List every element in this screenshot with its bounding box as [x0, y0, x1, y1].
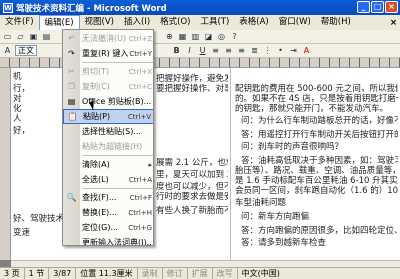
doc-text-line: 会员同一区间，刹车跑自动化（1.6 的）10-12 升，比: [235, 186, 398, 196]
menu-item-replace[interactable]: 替换(E)... Ctrl+H: [63, 205, 153, 220]
doc-text-line: 答：方向跑偏的原因很多，比如四轮定位、: [241, 226, 398, 236]
status-ext[interactable]: 扩展: [188, 267, 213, 279]
close-button[interactable]: ×: [385, 1, 398, 13]
menu-edit[interactable]: 编辑(E): [38, 15, 80, 30]
menu-item-find[interactable]: 🔍 查找(F)... Ctrl+F: [63, 190, 153, 205]
copy-icon: ❐: [67, 82, 76, 91]
menu-view[interactable]: 视图(V): [80, 15, 119, 30]
redo-icon: ↷: [68, 49, 75, 58]
link-icon[interactable]: ⊕: [164, 31, 175, 42]
status-pages: 3/87: [49, 267, 77, 279]
menu-file[interactable]: 文件(F): [0, 15, 39, 30]
menu-tools[interactable]: 工具(T): [195, 15, 234, 30]
doc-text-line: 里，夏天可以加到 2.2 公: [156, 170, 228, 180]
help-icon[interactable]: ?: [229, 31, 240, 42]
menu-insert[interactable]: 插入(I): [119, 15, 155, 30]
status-section: 1 节: [25, 267, 50, 279]
menu-item-copy[interactable]: ❐ 复制(C) Ctrl+C: [63, 79, 153, 94]
doc-text-line: 答：请多到越新车检查: [241, 238, 327, 248]
doc-text-line: 变速: [13, 228, 31, 238]
status-ovr[interactable]: 改写: [213, 267, 238, 279]
save-icon[interactable]: ▣: [28, 31, 39, 42]
open-icon[interactable]: ▱: [15, 31, 26, 42]
doc-text-line: 车型油耗问题: [235, 198, 287, 208]
menu-item-paste[interactable]: 📋 粘贴(P) Ctrl+V: [63, 109, 153, 124]
menu-item-update-ime[interactable]: 更新输入法词典(I)...: [63, 235, 153, 245]
status-rev[interactable]: 修订: [163, 267, 188, 279]
numbering-icon[interactable]: ⋮: [262, 45, 273, 56]
align-right-icon[interactable]: ≡: [236, 45, 247, 56]
doc-text-line: 的钥匙，那就只能开门，不能发动汽车。: [235, 104, 389, 114]
drawing-icon[interactable]: ◪: [203, 31, 214, 42]
status-rec[interactable]: 录制: [138, 267, 163, 279]
justify-icon[interactable]: ≣: [249, 45, 260, 56]
italic-icon[interactable]: I: [184, 45, 195, 56]
doc-text-line: 答：用遥控打开行车制动开关后按钮打开的: [241, 130, 398, 140]
minimize-button[interactable]: _: [357, 1, 370, 13]
align-center-icon[interactable]: ≡: [223, 45, 234, 56]
doc-text-line: 问：为什么行车制动踏板总开的话，好像不太: [241, 116, 398, 126]
doc-text-line: 人: [13, 114, 22, 124]
find-icon: 🔍: [66, 193, 77, 202]
table-icon[interactable]: ▦: [177, 31, 188, 42]
menu-item-paste-special[interactable]: 选择性粘贴(S)...: [63, 124, 153, 139]
maximize-button[interactable]: □: [371, 1, 384, 13]
doc-text-line: 问：新车方向跑偏: [241, 212, 310, 222]
edit-menu-dropdown: ↶ 无法撤消(U) Ctrl+Z ↷ 重复(R) 键入 Ctrl+Y ✂ 剪切(T) Ctr…: [62, 29, 154, 246]
menu-item-goto[interactable]: 定位(G)... Ctrl+G: [63, 220, 153, 235]
print-icon[interactable]: ▤: [41, 31, 52, 42]
horizontal-scrollbar[interactable]: [11, 260, 400, 267]
column-separator: [230, 68, 231, 260]
new-icon[interactable]: ▭: [2, 31, 13, 42]
menu-item-undo[interactable]: ↶ 无法撤消(U) Ctrl+Z: [63, 31, 153, 46]
menu-format[interactable]: 格式(O): [155, 15, 195, 30]
font-color-icon[interactable]: A: [301, 45, 312, 56]
menu-item-clear[interactable]: 清除(A) ▸: [63, 157, 153, 172]
doc-text-line: 有些人换了新胎而不重新: [156, 206, 228, 216]
doc-text-line: 问：刹车时的声音很响吗？: [241, 142, 344, 152]
indent-icon[interactable]: ⇥: [288, 45, 299, 56]
word-app-icon: W: [3, 2, 13, 13]
formatting-toolbar: A 正文 B I U ≡ ≡ ≡ ≣ ⋮ • ⇥ A: [0, 44, 400, 58]
clipboard-icon: ▤: [67, 97, 76, 106]
menu-help[interactable]: 帮助(H): [316, 15, 356, 30]
menu-table[interactable]: 表格(A): [234, 15, 273, 30]
window-title: 驾驶技术资料汇编 - Microsoft Word: [16, 3, 167, 14]
vertical-ruler: [0, 68, 11, 260]
paste-icon: 📋: [67, 112, 78, 121]
menu-item-office-clipboard[interactable]: ▤ Office 剪贴板(B)...: [63, 94, 153, 109]
columns-icon[interactable]: ▥: [190, 31, 201, 42]
undo-icon: ↶: [68, 34, 75, 43]
menu-item-cut[interactable]: ✂ 剪切(T) Ctrl+X: [63, 64, 153, 79]
zoom-icon[interactable]: ◎: [216, 31, 227, 42]
menu-item-paste-hyperlink[interactable]: 粘贴为超链接(H): [63, 139, 153, 154]
bold-icon[interactable]: B: [171, 45, 182, 56]
horizontal-ruler[interactable]: [0, 58, 400, 68]
status-language: 中文(中国): [241, 268, 280, 278]
menu-item-redo[interactable]: ↷ 重复(R) 键入 Ctrl+Y: [63, 46, 153, 61]
cut-icon: ✂: [68, 67, 75, 76]
doc-close-button[interactable]: ×: [390, 18, 397, 28]
style-select[interactable]: 正文: [15, 45, 37, 56]
menu-item-select-all[interactable]: 全选(L) Ctrl+A: [63, 172, 153, 187]
doc-text-line: 要把握好操作、对事故的调: [156, 84, 228, 94]
menu-bar: 文件(F) 编辑(E) 视图(V) 插入(I) 格式(O) 工具(T) 表格(A…: [0, 15, 400, 30]
status-bar: 3 页 1 节 3/87 位置 11.3厘米 录制 修订 扩展 改写 中文(中国…: [0, 267, 400, 279]
underline-icon[interactable]: U: [197, 45, 208, 56]
align-left-icon[interactable]: ≡: [210, 45, 221, 56]
status-position: 位置 11.3厘米: [76, 267, 138, 279]
doc-text-line: 好，: [13, 126, 31, 136]
title-bar: W 驾驶技术资料汇编 - Microsoft Word _ □ ×: [0, 0, 400, 15]
doc-text-line: 机: [13, 72, 22, 82]
styles-icon[interactable]: A: [2, 45, 13, 56]
doc-text-line: 展需 2.1 公斤，也就: [156, 158, 228, 168]
menu-window[interactable]: 窗口(W): [274, 15, 316, 30]
standard-toolbar: ▭ ▱ ▣ ▤ ⊕ ▦ ▥ ◪ ◎ ?: [0, 30, 400, 44]
bullets-icon[interactable]: •: [275, 45, 286, 56]
status-page: 3 页: [0, 267, 25, 279]
submenu-arrow-icon: ▸: [148, 160, 152, 169]
doc-text-line: 行时的要求去做是安全的: [156, 192, 228, 202]
